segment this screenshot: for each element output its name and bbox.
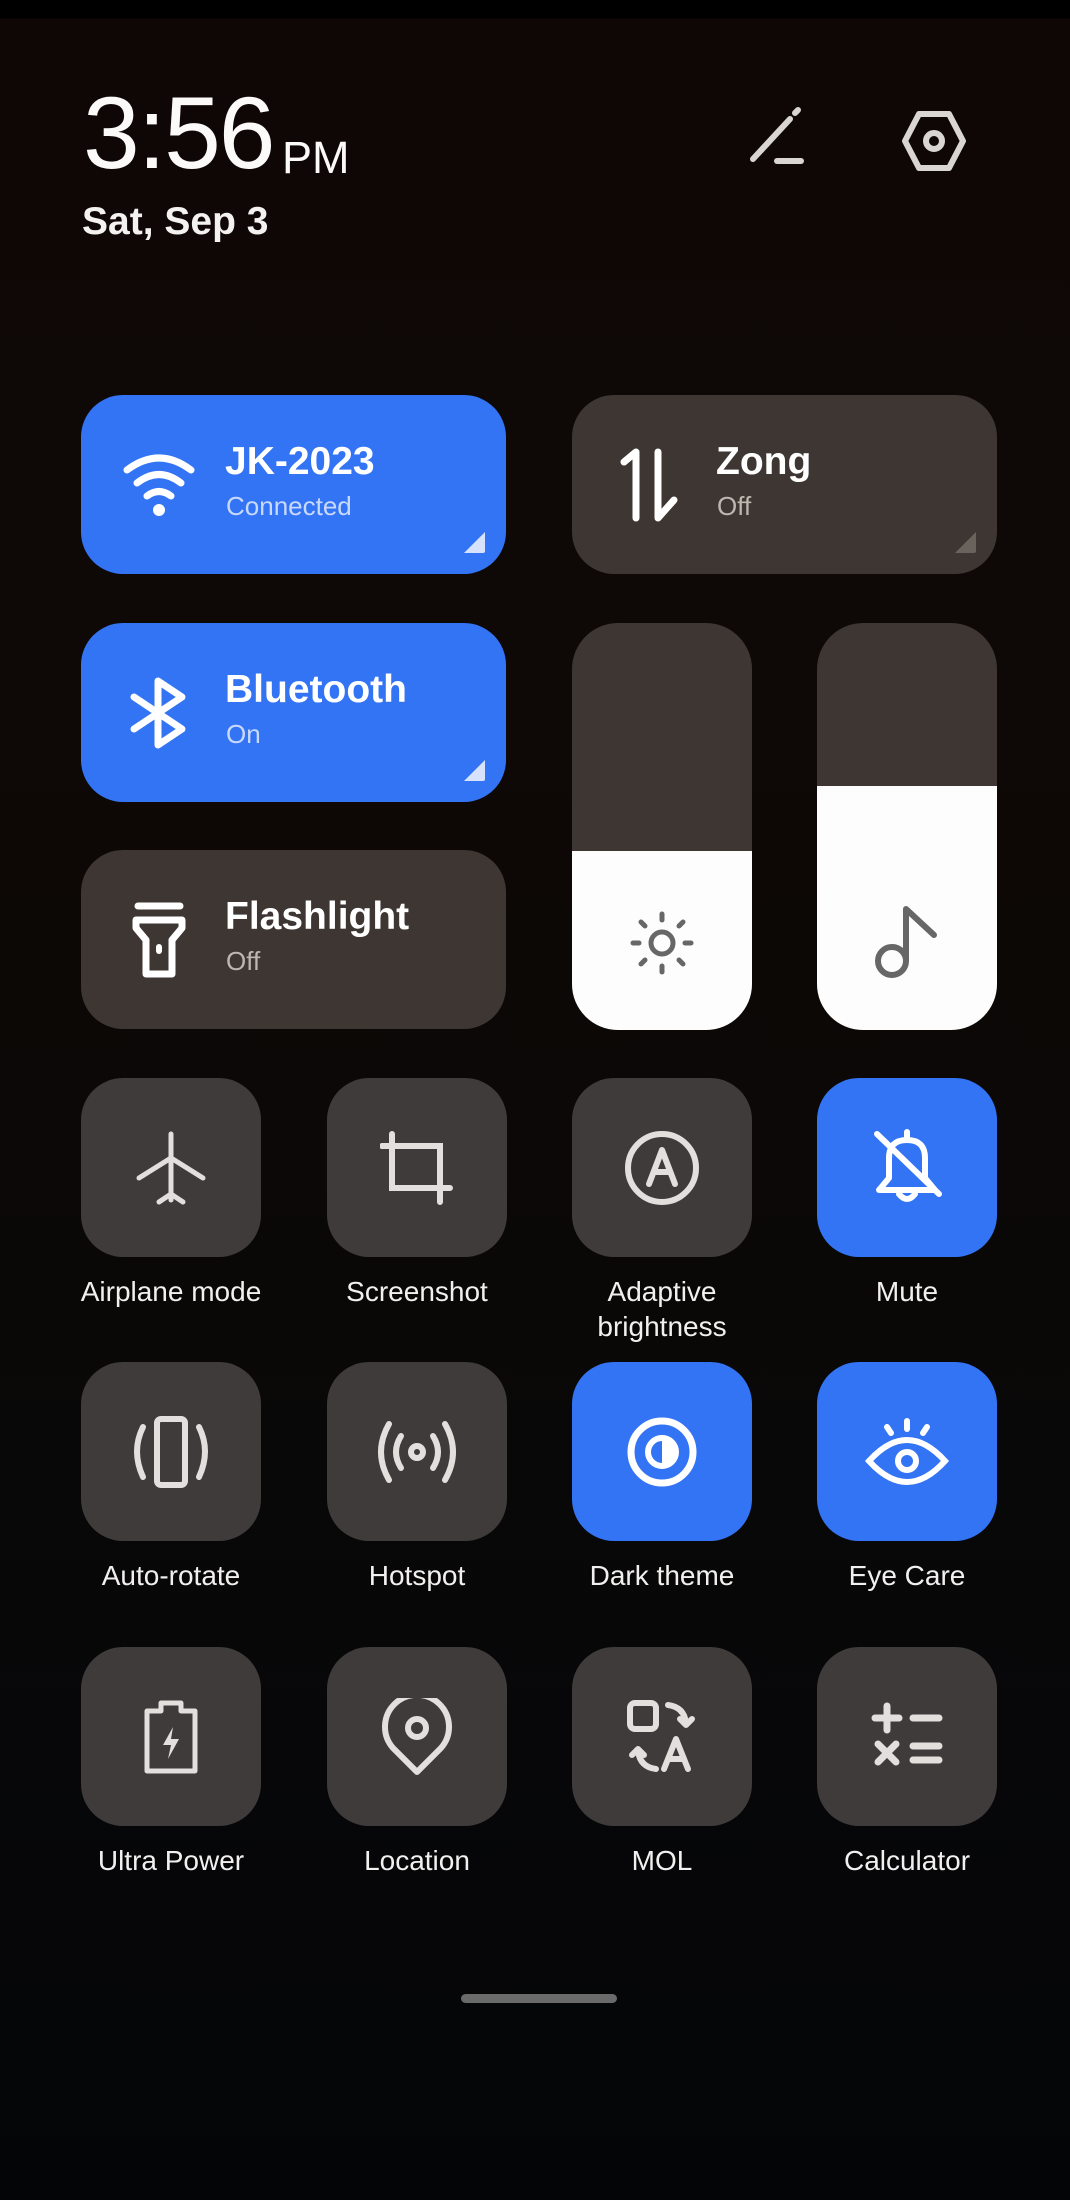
eye-care-label: Eye Care	[848, 1560, 966, 1591]
mol-tile[interactable]: MOL	[572, 1647, 752, 1876]
hexagon-settings-icon	[902, 111, 966, 171]
expand-corner-icon[interactable]	[464, 760, 485, 781]
drag-handle[interactable]	[461, 1994, 617, 2003]
clock-ampm: PM	[282, 132, 350, 183]
clock-time: 3:56	[83, 76, 276, 190]
eye-care-toggle[interactable]	[817, 1362, 997, 1541]
screenshot-button[interactable]	[327, 1078, 507, 1257]
edit-tiles-button[interactable]	[745, 107, 811, 173]
screenshot-tile[interactable]: Screenshot	[327, 1078, 507, 1307]
ultra-power-tile[interactable]: Ultra Power	[81, 1647, 261, 1876]
carrier-name: Zong	[716, 440, 812, 483]
hotspot-toggle[interactable]	[327, 1362, 507, 1541]
airplane-mode-toggle[interactable]	[81, 1078, 261, 1257]
bluetooth-icon	[119, 673, 199, 753]
eye-care-tile[interactable]: Eye Care	[817, 1362, 997, 1591]
hotspot-icon	[378, 1420, 456, 1483]
pencil-edit-icon	[750, 107, 804, 164]
location-pin-icon	[382, 1697, 452, 1775]
auto-rotate-toggle[interactable]	[81, 1362, 261, 1541]
bluetooth-title: Bluetooth	[225, 668, 407, 711]
mobile-data-tile[interactable]: Zong Off	[572, 395, 997, 574]
airplane-mode-tile[interactable]: Airplane mode	[81, 1078, 261, 1307]
adaptive-brightness-label: Adaptive brightness	[597, 1276, 727, 1342]
calculator-label: Calculator	[843, 1845, 971, 1876]
settings-button[interactable]	[901, 108, 967, 174]
music-note-icon	[872, 906, 942, 978]
airplane-icon	[136, 1131, 206, 1204]
location-label: Location	[364, 1845, 470, 1876]
brightness-slider[interactable]	[572, 623, 752, 1030]
screenshot-label: Screenshot	[346, 1276, 488, 1307]
wifi-tile[interactable]: JK-2023 Connected	[81, 395, 506, 574]
bluetooth-status: On	[226, 719, 261, 749]
calculator-tile[interactable]: Calculator	[817, 1647, 997, 1876]
flashlight-icon	[119, 900, 199, 980]
crop-icon	[380, 1130, 453, 1205]
adaptive-brightness-tile[interactable]: Adaptive brightness	[572, 1078, 752, 1342]
mute-label: Mute	[875, 1276, 939, 1307]
airplane-mode-label: Airplane mode	[80, 1276, 262, 1307]
flashlight-status: Off	[226, 946, 261, 976]
mute-tile[interactable]: Mute	[817, 1078, 997, 1307]
mol-button[interactable]	[572, 1647, 752, 1826]
mute-toggle[interactable]	[817, 1078, 997, 1257]
flashlight-tile[interactable]: Flashlight Off	[81, 850, 506, 1029]
mol-label: MOL	[631, 1845, 693, 1876]
auto-brightness-icon	[625, 1130, 699, 1205]
expand-corner-icon[interactable]	[955, 532, 976, 553]
hotspot-label: Hotspot	[368, 1560, 466, 1591]
flashlight-title: Flashlight	[225, 895, 410, 938]
expand-corner-icon[interactable]	[464, 532, 485, 553]
bell-off-icon	[874, 1128, 942, 1202]
battery-bolt-icon	[144, 1700, 198, 1773]
wifi-status: Connected	[226, 491, 352, 521]
location-toggle[interactable]	[327, 1647, 507, 1826]
dark-theme-tile[interactable]: Dark theme	[572, 1362, 752, 1591]
wifi-icon	[119, 445, 199, 525]
ultra-power-toggle[interactable]	[81, 1647, 261, 1826]
dark-theme-toggle[interactable]	[572, 1362, 752, 1541]
translate-icon	[627, 1699, 695, 1772]
calculator-icon	[871, 1702, 943, 1765]
eye-icon	[865, 1417, 949, 1485]
volume-slider[interactable]	[817, 623, 997, 1030]
auto-rotate-label: Auto-rotate	[101, 1560, 241, 1591]
calculator-button[interactable]	[817, 1647, 997, 1826]
up-down-arrows-icon	[610, 445, 690, 525]
date: Sat, Sep 3	[82, 200, 269, 243]
rotate-phone-icon	[134, 1415, 208, 1488]
wifi-network-name: JK-2023	[225, 440, 375, 483]
dark-theme-icon	[627, 1417, 697, 1486]
dark-theme-label: Dark theme	[589, 1560, 735, 1591]
ultra-power-label: Ultra Power	[97, 1845, 245, 1876]
adaptive-brightness-toggle[interactable]	[572, 1078, 752, 1257]
location-tile[interactable]: Location	[327, 1647, 507, 1876]
hotspot-tile[interactable]: Hotspot	[327, 1362, 507, 1591]
mobile-data-status: Off	[717, 491, 752, 521]
sun-icon	[627, 908, 697, 978]
bluetooth-tile[interactable]: Bluetooth On	[81, 623, 506, 802]
auto-rotate-tile[interactable]: Auto-rotate	[81, 1362, 261, 1591]
